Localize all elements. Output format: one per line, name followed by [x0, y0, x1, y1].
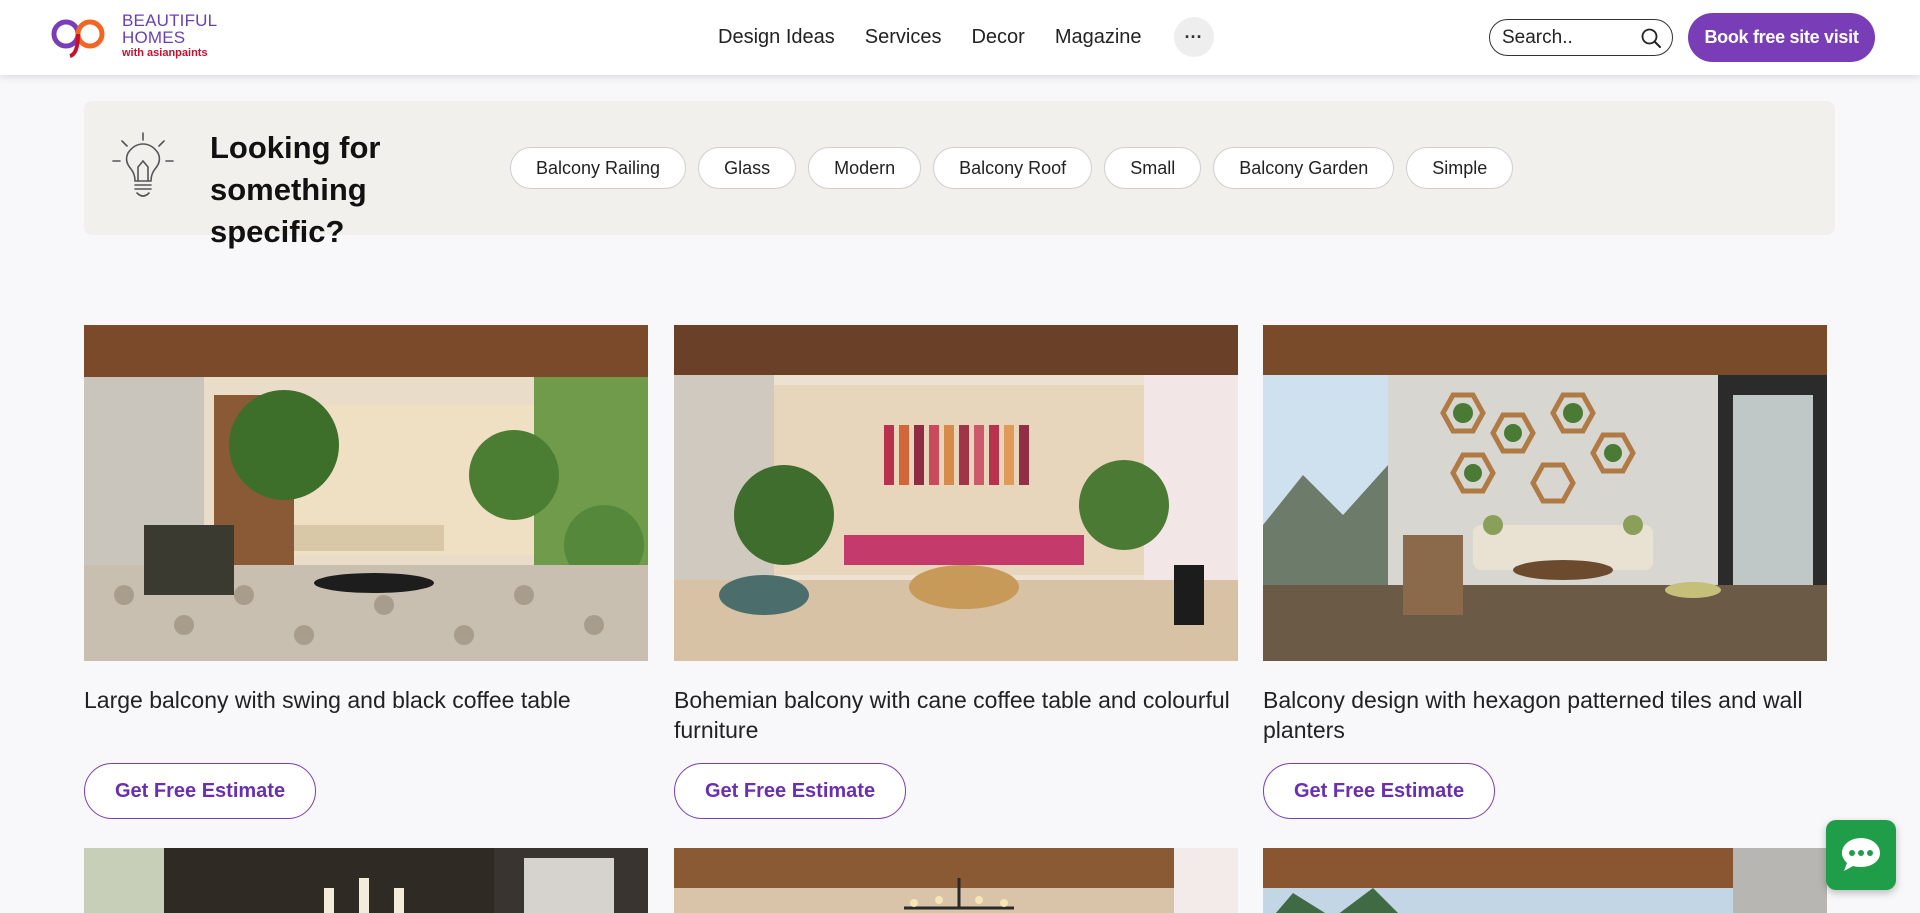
chat-button[interactable]: [1826, 820, 1896, 890]
nav-decor[interactable]: Decor: [971, 26, 1024, 49]
card-image[interactable]: [84, 848, 648, 913]
get-free-estimate-button[interactable]: Get Free Estimate: [1263, 763, 1496, 819]
card-image[interactable]: [674, 848, 1238, 913]
design-card[interactable]: Balcony design with hexagon patterned ti…: [1263, 325, 1827, 819]
logo-mark-icon: [51, 19, 105, 58]
search-box[interactable]: [1489, 19, 1673, 56]
card-title[interactable]: Balcony design with hexagon patterned ti…: [1263, 685, 1827, 745]
chip-small[interactable]: Small: [1104, 147, 1202, 189]
nav-magazine[interactable]: Magazine: [1055, 26, 1142, 49]
card-image[interactable]: [1263, 325, 1827, 661]
logo-line-3: with asianpaints: [122, 46, 208, 59]
logo[interactable]: BEAUTIFUL HOMES with asianpaints: [48, 10, 238, 60]
chip-simple[interactable]: Simple: [1406, 147, 1514, 189]
chip-modern[interactable]: Modern: [808, 147, 922, 189]
nav-services[interactable]: Services: [865, 26, 942, 49]
get-free-estimate-button[interactable]: Get Free Estimate: [674, 763, 907, 819]
search-input[interactable]: [1502, 26, 1632, 49]
site-header: BEAUTIFUL HOMES with asianpaints Design …: [0, 0, 1920, 75]
chat-icon: [1842, 838, 1880, 871]
nav-design-ideas[interactable]: Design Ideas: [718, 26, 835, 49]
search-icon[interactable]: [1640, 27, 1662, 49]
design-card[interactable]: Bohemian balcony with cane coffee table …: [674, 325, 1238, 819]
looking-for-section: Looking for something specific? Balcony …: [84, 101, 1835, 249]
card-image[interactable]: [674, 325, 1238, 661]
logo-line-2: HOMES: [122, 27, 186, 47]
chip-balcony-roof[interactable]: Balcony Roof: [933, 147, 1093, 189]
card-title[interactable]: Large balcony with swing and black coffe…: [84, 685, 648, 745]
logo-line-1: BEAUTIFUL: [122, 10, 218, 30]
card-image[interactable]: [1263, 848, 1827, 913]
logo-text: BEAUTIFUL HOMES with asianpaints: [122, 12, 217, 59]
book-site-visit-button[interactable]: Book free site visit: [1688, 13, 1875, 62]
main-nav: Design Ideas Services Decor Magazine ···: [718, 14, 1214, 60]
card-image-row2-3[interactable]: [1263, 848, 1827, 913]
filter-chips: Balcony Railing Glass Modern Balcony Roo…: [510, 147, 1514, 189]
design-card[interactable]: Large balcony with swing and black coffe…: [84, 325, 648, 819]
chip-glass[interactable]: Glass: [698, 147, 797, 189]
card-image-row2-2[interactable]: [674, 848, 1238, 913]
chip-balcony-garden[interactable]: Balcony Garden: [1213, 147, 1395, 189]
more-dots-icon[interactable]: ···: [1173, 17, 1214, 57]
card-title[interactable]: Bohemian balcony with cane coffee table …: [674, 685, 1238, 745]
get-free-estimate-button[interactable]: Get Free Estimate: [84, 763, 317, 819]
card-image[interactable]: [84, 325, 648, 661]
looking-for-title: Looking for something specific?: [210, 130, 381, 249]
bulb-icon: [112, 132, 174, 197]
card-image-row2-1[interactable]: [84, 848, 648, 913]
chip-balcony-railing[interactable]: Balcony Railing: [510, 147, 687, 189]
